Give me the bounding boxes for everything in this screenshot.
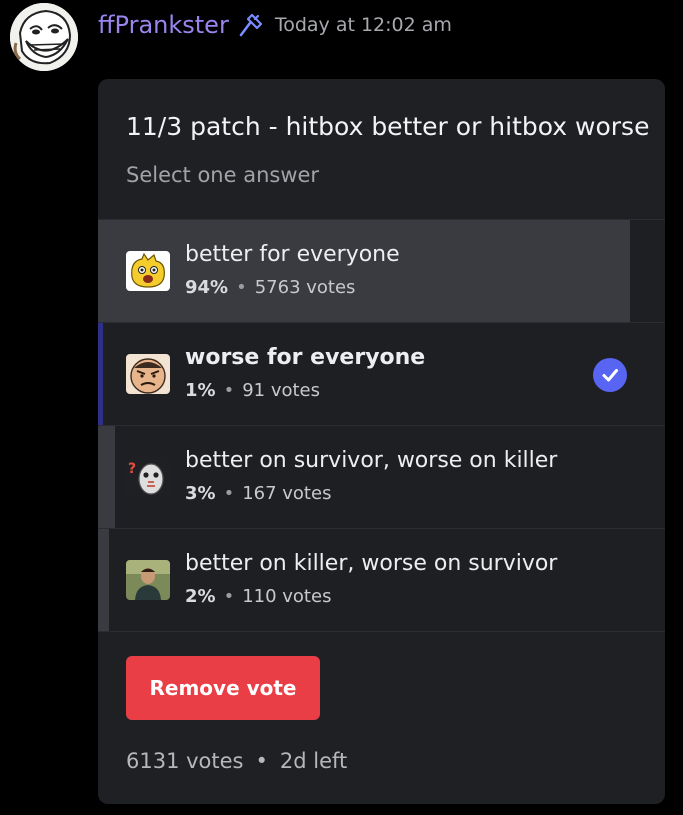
separator-dot: • bbox=[236, 277, 247, 298]
poll-answer-selected[interactable]: worse for everyone 1% • 91 votes bbox=[98, 322, 665, 425]
separator-dot: • bbox=[223, 380, 235, 401]
separator-dot: • bbox=[223, 586, 235, 607]
answer-result-bar bbox=[98, 426, 115, 528]
checkmark-icon bbox=[593, 358, 627, 392]
poll-footer: 6131 votes • 2d left bbox=[126, 749, 347, 773]
poll-instruction: Select one answer bbox=[126, 163, 320, 187]
poll-answer[interactable]: better for everyone 94% • 5763 votes bbox=[98, 219, 665, 322]
answer-result-bar bbox=[98, 323, 106, 425]
username[interactable]: ffPrankster bbox=[98, 11, 229, 39]
separator-dot: • bbox=[255, 749, 268, 773]
poll-answer[interactable]: ? better on survivor, worse on killer 3%… bbox=[98, 425, 665, 528]
trollface-icon bbox=[10, 3, 78, 71]
poll-card: 11/3 patch - hitbox better or hitbox wor… bbox=[98, 79, 665, 804]
answer-label: better on killer, worse on survivor bbox=[185, 551, 558, 576]
answer-stats: 3% • 167 votes bbox=[185, 483, 331, 504]
answer-votes: 167 votes bbox=[242, 483, 332, 504]
hockey-mask-emote-icon: ? bbox=[126, 457, 170, 497]
man-photo-emote-icon bbox=[126, 560, 170, 600]
message-header: ffPrankster Today at 12:02 am bbox=[98, 8, 452, 42]
answer-result-bar bbox=[98, 529, 109, 631]
pog-emote-icon bbox=[126, 251, 170, 291]
hammer-icon bbox=[237, 11, 265, 39]
answer-votes: 110 votes bbox=[242, 586, 332, 607]
angry-face-emote-icon bbox=[126, 354, 170, 394]
separator-dot: • bbox=[223, 483, 235, 504]
answer-label: worse for everyone bbox=[185, 345, 426, 370]
answer-stats: 94% • 5763 votes bbox=[185, 277, 355, 298]
answer-stats: 2% • 110 votes bbox=[185, 586, 331, 607]
avatar[interactable] bbox=[10, 3, 78, 71]
answer-percent: 1% bbox=[185, 380, 216, 401]
answer-label: better for everyone bbox=[185, 242, 400, 267]
answer-stats: 1% • 91 votes bbox=[185, 380, 320, 401]
answer-percent: 3% bbox=[185, 483, 216, 504]
answer-votes: 5763 votes bbox=[254, 277, 356, 298]
answer-percent: 2% bbox=[185, 586, 216, 607]
svg-text:?: ? bbox=[128, 461, 136, 477]
poll-answers: better for everyone 94% • 5763 votes worse… bbox=[98, 219, 665, 631]
total-votes: 6131 votes bbox=[126, 749, 244, 773]
answer-percent: 94% bbox=[185, 277, 229, 298]
answer-result-bar bbox=[98, 220, 630, 322]
divider bbox=[98, 631, 665, 632]
poll-answer[interactable]: better on killer, worse on survivor 2% • 1… bbox=[98, 528, 665, 631]
remove-vote-button[interactable]: Remove vote bbox=[126, 656, 320, 720]
timestamp: Today at 12:02 am bbox=[274, 14, 452, 36]
answer-votes: 91 votes bbox=[242, 380, 320, 401]
poll-question: 11/3 patch - hitbox better or hitbox wor… bbox=[126, 112, 650, 141]
time-left: 2d left bbox=[279, 749, 348, 773]
answer-label: better on survivor, worse on killer bbox=[185, 448, 558, 473]
